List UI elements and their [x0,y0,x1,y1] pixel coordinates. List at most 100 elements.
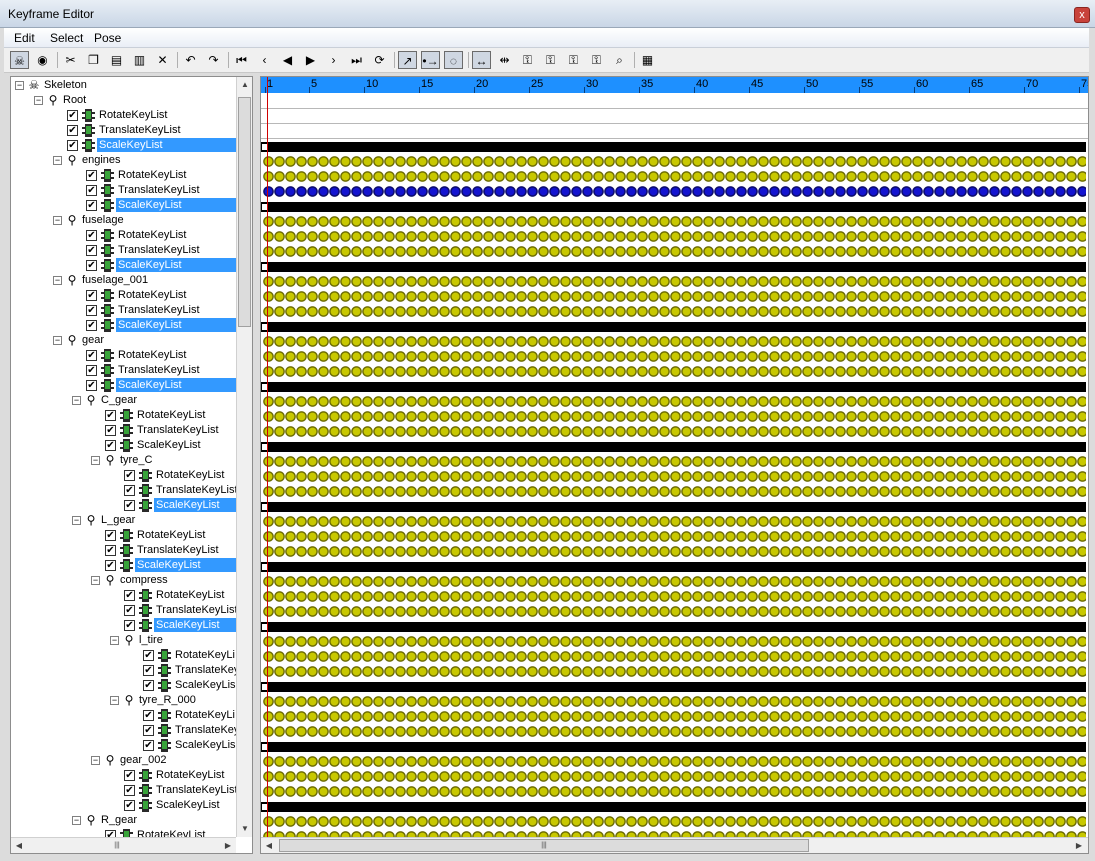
keyframe-track[interactable] [263,635,1086,648]
tree-vertical-scrollbar[interactable]: ▲ ▼ [236,77,252,837]
keylist-checkbox[interactable]: ✔ [124,470,135,481]
keyframe-track[interactable] [263,785,1086,798]
tree-node-keylist[interactable]: ✔ ScaleKeyList [11,198,236,213]
collapse-icon[interactable]: − [72,816,81,825]
last-frame-button[interactable]: ⏭ [347,51,366,69]
tree-node-bone[interactable]: − ⚲ fuselage_001 [11,273,236,288]
keylist-checkbox[interactable]: ✔ [143,740,154,751]
keyframe-track[interactable] [263,530,1086,543]
bone-summary-track[interactable] [261,262,1086,272]
tree-node-keylist[interactable]: ✔ ScaleKeyList [11,258,236,273]
track-scroll-right-icon[interactable]: ▶ [1071,838,1087,853]
keyframe-track[interactable] [263,290,1086,303]
keylist-checkbox[interactable]: ✔ [86,245,97,256]
selected-keyframe-track[interactable] [263,185,1086,198]
tree-node-keylist[interactable]: ✔ ScaleKeyList [11,378,236,393]
tree-node-bone[interactable]: − ⚲ R_gear [11,813,236,828]
bone-summary-track[interactable] [261,802,1086,812]
move-key-mode-button[interactable]: •→ [421,51,440,69]
record-button[interactable]: ◉ [33,51,52,69]
keyframe-track[interactable] [263,470,1086,483]
collapse-icon[interactable]: − [91,756,100,765]
tree-scroll-thumb[interactable] [238,97,251,327]
keyframe-track[interactable] [263,545,1086,558]
tree-node-keylist[interactable]: ✔ RotateKeyList [11,588,236,603]
tree-node-keylist[interactable]: ✔ TranslateKeyList [11,303,236,318]
tree-node-keylist[interactable]: ✔ RotateKeyList [11,228,236,243]
tree-node-keylist[interactable]: ✔ RotateKeyLi [11,708,236,723]
keyframe-track[interactable] [263,650,1086,663]
keyframe-track[interactable] [263,455,1086,468]
keylist-checkbox[interactable]: ✔ [124,785,135,796]
keylist-checkbox[interactable]: ✔ [86,185,97,196]
keylist-checkbox[interactable]: ✔ [105,560,116,571]
keylist-checkbox[interactable]: ✔ [124,485,135,496]
tree-node-keylist[interactable]: ✔ RotateKeyList [11,768,236,783]
scroll-left-icon[interactable]: ◀ [11,838,27,853]
tree-node-keylist[interactable]: ✔ RotateKeyList [11,468,236,483]
tree-node-keylist[interactable]: ✔ TranslateKeyList [11,603,238,618]
keylist-checkbox[interactable]: ✔ [124,500,135,511]
scroll-up-icon[interactable]: ▲ [237,77,252,93]
keyframe-track[interactable] [263,725,1086,738]
keylist-checkbox[interactable]: ✔ [143,725,154,736]
keyframe-track[interactable] [263,770,1086,783]
tree-node-bone[interactable]: − ⚲ gear [11,333,236,348]
tree-node-keylist[interactable]: ✔ RotateKeyLi [11,648,236,663]
bone-summary-track[interactable] [261,682,1086,692]
remove-key-button[interactable]: ⚿ [564,51,583,69]
paste-special-button[interactable]: ▥ [130,51,149,69]
tree-node-bone[interactable]: − ⚲ tyre_C [11,453,236,468]
tree-node-keylist[interactable]: ✔ ScaleKeyList [11,558,236,573]
keylist-checkbox[interactable]: ✔ [86,200,97,211]
keylist-checkbox[interactable]: ✔ [124,800,135,811]
keylist-checkbox[interactable]: ✔ [86,305,97,316]
add-key-button[interactable]: ⚿ [541,51,560,69]
tree-node-keylist[interactable]: ✔ ScaleKeyList [11,798,236,813]
keylist-checkbox[interactable]: ✔ [143,665,154,676]
collapse-icon[interactable]: − [53,216,62,225]
scroll-down-icon[interactable]: ▼ [237,821,252,837]
paste-button[interactable]: ▤ [107,51,126,69]
keylist-checkbox[interactable]: ✔ [86,230,97,241]
tree-node-keylist[interactable]: ✔ TranslateKey [11,723,239,738]
tree-node-bone[interactable]: − ⚲ gear_002 [11,753,236,768]
redo-button[interactable]: ↷ [204,51,223,69]
keylist-checkbox[interactable]: ✔ [105,440,116,451]
keyframe-track[interactable] [263,515,1086,528]
bone-summary-track[interactable] [261,502,1086,512]
keylist-checkbox[interactable]: ✔ [124,590,135,601]
delete-button[interactable]: ✕ [153,51,172,69]
keyframe-track[interactable] [263,665,1086,678]
tree-node-bone[interactable]: − ⚲ L_gear [11,513,236,528]
copy-button[interactable]: ❐ [84,51,103,69]
keylist-checkbox[interactable]: ✔ [124,605,135,616]
keyframe-track[interactable] [263,335,1086,348]
keyframe-track[interactable] [263,485,1086,498]
collapse-icon[interactable]: − [110,696,119,705]
key-button[interactable]: ⚿ [518,51,537,69]
keylist-checkbox[interactable]: ✔ [143,680,154,691]
keyframe-track[interactable] [263,395,1086,408]
keyframe-track[interactable] [263,605,1086,618]
tree-node-keylist[interactable]: ✔ RotateKeyList [11,348,236,363]
keylist-checkbox[interactable]: ✔ [105,545,116,556]
tree-node-keylist[interactable]: ✔ TranslateKeyList [11,483,238,498]
bone-summary-track[interactable] [261,142,1086,152]
keylist-checkbox[interactable]: ✔ [67,125,78,136]
collapse-icon[interactable]: − [110,636,119,645]
keylist-checkbox[interactable]: ✔ [105,425,116,436]
tree-node-bone[interactable]: − ⚲ fuselage [11,213,236,228]
lasso-mode-button[interactable]: ◌ [444,51,463,69]
keylist-checkbox[interactable]: ✔ [67,140,78,151]
tree-node-keylist[interactable]: ✔ RotateKeyList [11,108,236,123]
tree-node-bone[interactable]: − ⚲ C_gear [11,393,236,408]
bone-summary-track[interactable] [261,322,1086,332]
tree-node-keylist[interactable]: ✔ RotateKeyList [11,168,236,183]
keylist-checkbox[interactable]: ✔ [124,770,135,781]
tree-node-keylist[interactable]: ✔ TranslateKeyList [11,423,236,438]
tree-node-keylist[interactable]: ✔ TranslateKeyList [11,183,236,198]
keylist-checkbox[interactable]: ✔ [124,620,135,631]
cut-button[interactable]: ✂ [61,51,80,69]
keyframe-track[interactable] [263,155,1086,168]
